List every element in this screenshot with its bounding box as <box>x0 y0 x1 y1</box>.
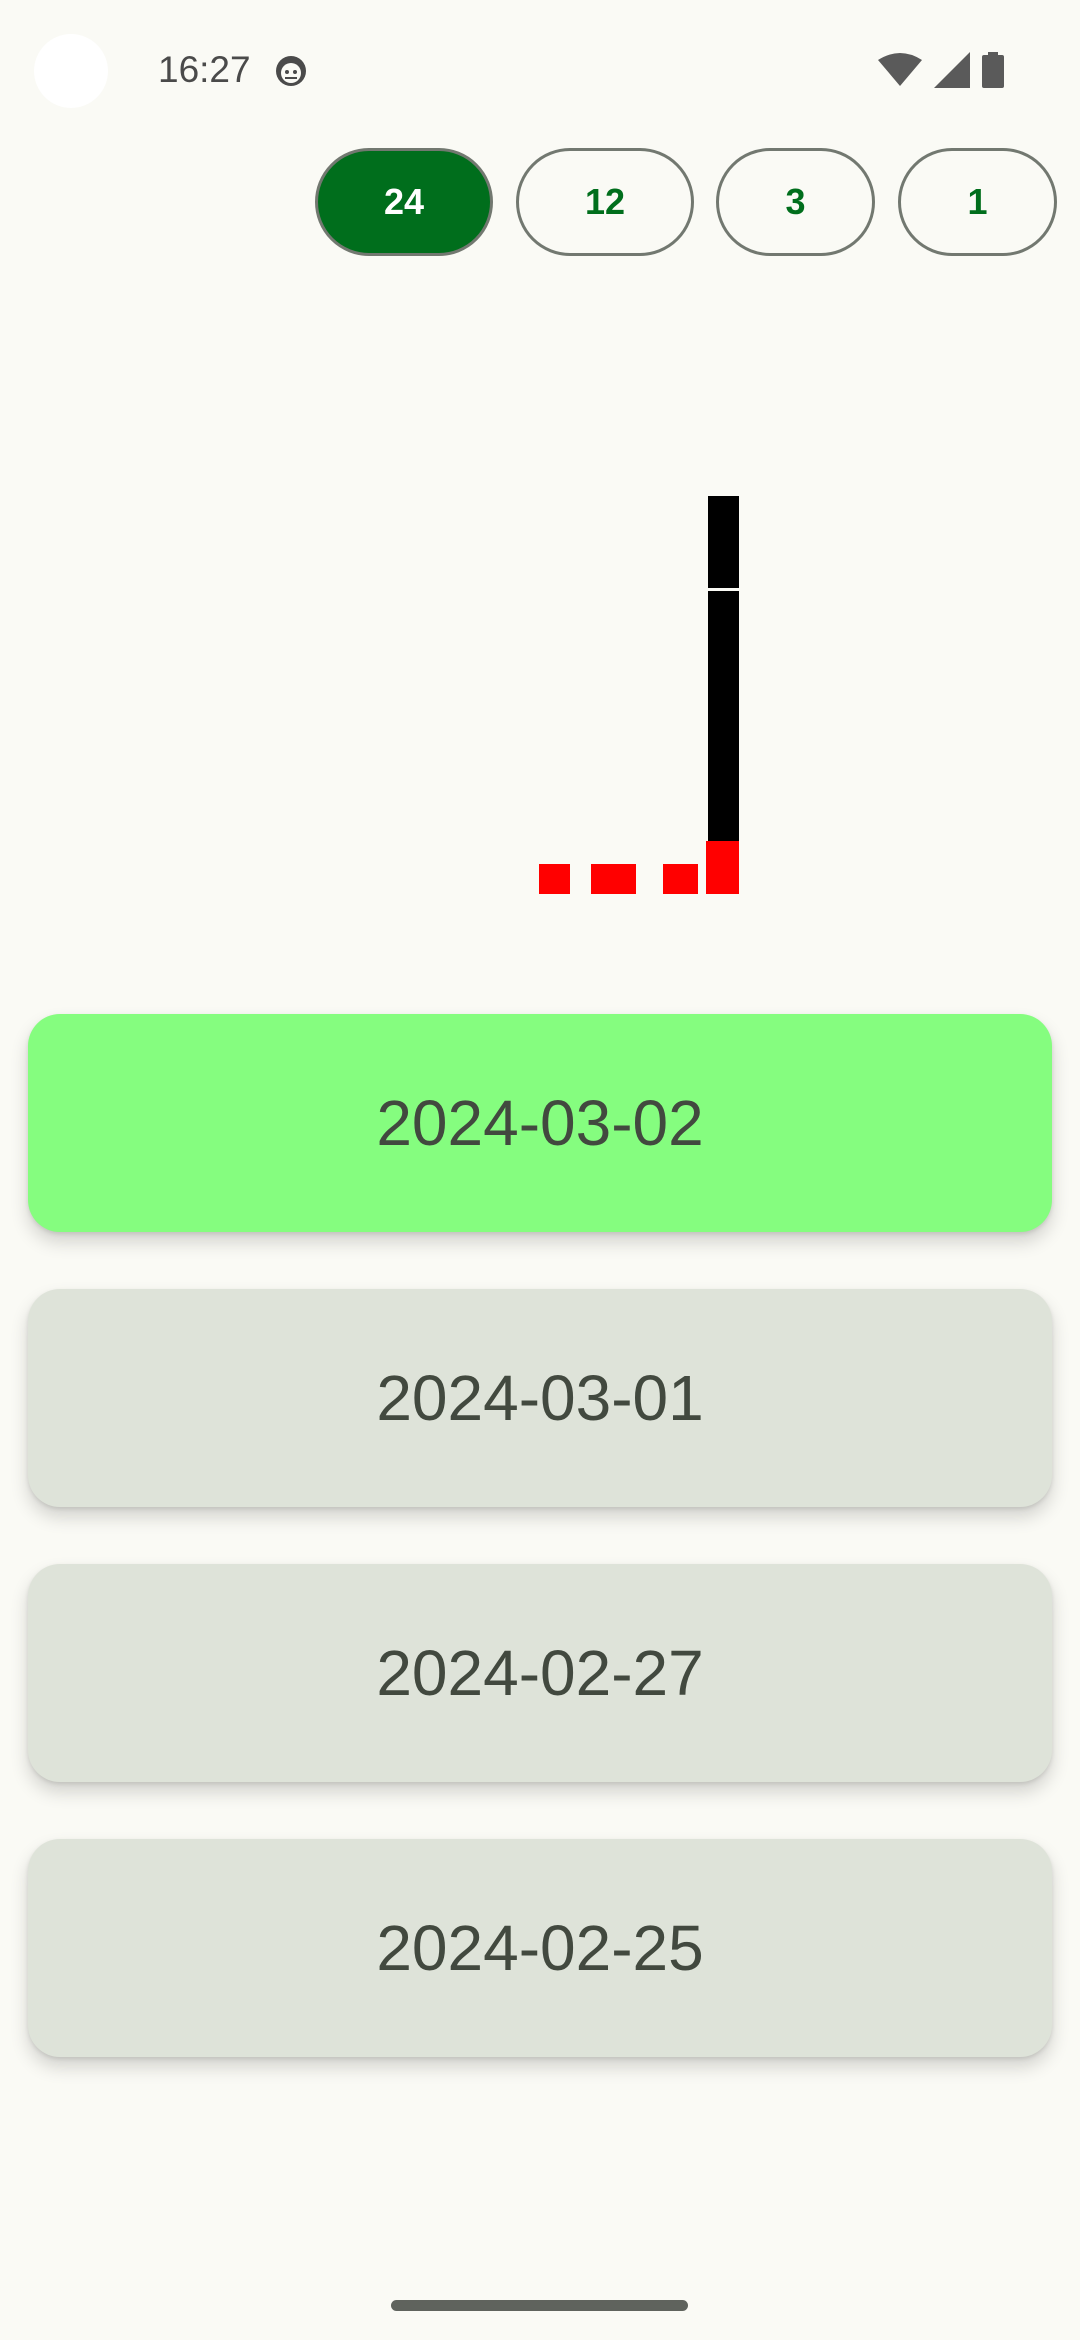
chart-red-series <box>539 841 739 894</box>
home-indicator[interactable] <box>391 2300 688 2311</box>
chart-bar-red-2 <box>591 864 636 894</box>
date-item-2024-02-25[interactable]: 2024-02-25 <box>28 1839 1052 2057</box>
range-option-3[interactable]: 3 <box>716 148 875 256</box>
android-face-icon <box>276 56 306 86</box>
screen: 16:27 24 12 3 1 2024-03-02 2024-03-01 20… <box>0 0 1080 2340</box>
chart-bar-black-upper <box>708 496 739 588</box>
range-option-1[interactable]: 1 <box>898 148 1057 256</box>
status-time: 16:27 <box>158 49 251 90</box>
range-selector: 24 12 3 1 <box>0 148 1080 258</box>
cell-signal-icon <box>934 52 970 88</box>
chart-bar-black-lower <box>708 591 739 841</box>
date-item-2024-03-02[interactable]: 2024-03-02 <box>28 1014 1052 1232</box>
wifi-icon <box>878 53 922 86</box>
camera-cutout <box>34 34 108 108</box>
activity-chart <box>539 496 739 894</box>
battery-icon <box>982 52 1004 88</box>
date-item-2024-02-27[interactable]: 2024-02-27 <box>28 1564 1052 1782</box>
date-item-2024-03-01[interactable]: 2024-03-01 <box>28 1289 1052 1507</box>
range-option-12[interactable]: 12 <box>516 148 694 256</box>
chart-bar-red-4 <box>706 841 739 894</box>
status-bar: 16:27 <box>0 0 1080 140</box>
status-icons <box>878 52 1004 88</box>
chart-black-series <box>708 496 739 841</box>
range-option-24[interactable]: 24 <box>315 148 493 256</box>
chart-bar-red-1 <box>539 864 570 894</box>
chart-bar-red-3 <box>663 864 698 894</box>
